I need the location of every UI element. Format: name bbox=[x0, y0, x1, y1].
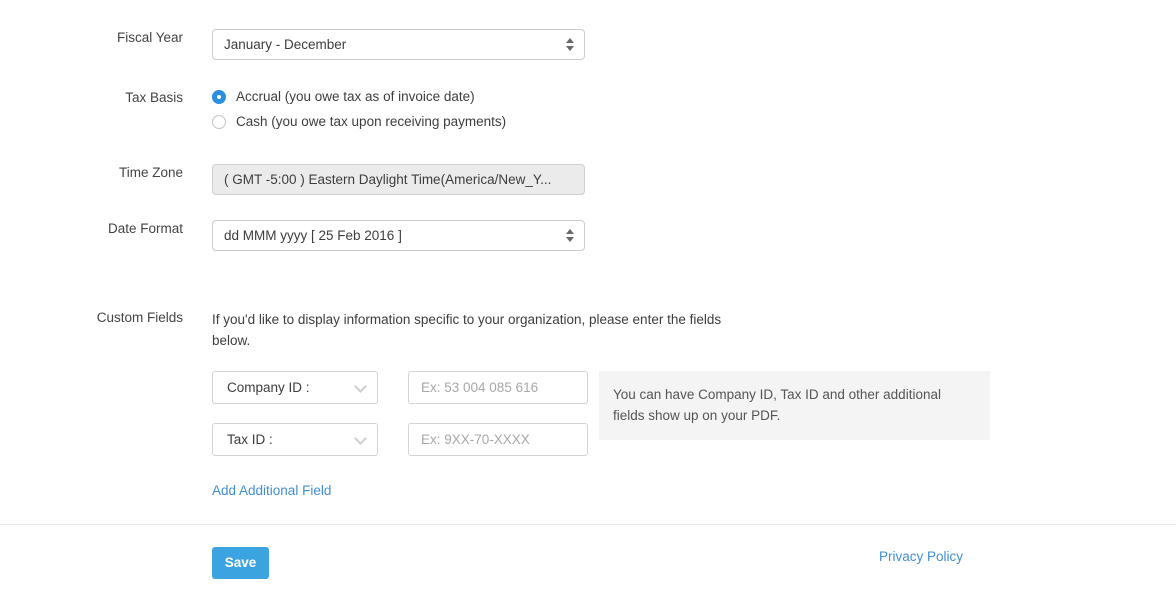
time-zone-value: ( GMT -5:00 ) Eastern Daylight Time(Amer… bbox=[224, 172, 551, 187]
privacy-policy-link[interactable]: Privacy Policy bbox=[879, 549, 963, 564]
fiscal-year-row: Fiscal Year January - December bbox=[0, 29, 585, 60]
custom-field-type-value-2: Tax ID : bbox=[227, 432, 273, 447]
chevron-down-icon bbox=[354, 432, 367, 445]
footer-divider bbox=[0, 524, 1176, 525]
date-format-select[interactable]: dd MMM yyyy [ 25 Feb 2016 ] bbox=[212, 220, 585, 251]
custom-field-type-select-2[interactable]: Tax ID : bbox=[212, 423, 378, 456]
fiscal-year-value: January - December bbox=[224, 37, 346, 52]
fiscal-year-select[interactable]: January - December bbox=[212, 29, 585, 60]
custom-field-type-value-1: Company ID : bbox=[227, 380, 310, 395]
custom-fields-description: If you'd like to display information spe… bbox=[212, 309, 752, 351]
custom-fields-hint: You can have Company ID, Tax ID and othe… bbox=[599, 371, 990, 440]
settings-form-page: Fiscal Year January - December Tax Basis… bbox=[0, 0, 1176, 602]
custom-field-value-input-2[interactable] bbox=[408, 423, 588, 456]
tax-basis-option-cash-label: Cash (you owe tax upon receiving payment… bbox=[236, 114, 506, 129]
custom-field-type-select-1[interactable]: Company ID : bbox=[212, 371, 378, 404]
date-format-row: Date Format dd MMM yyyy [ 25 Feb 2016 ] bbox=[0, 220, 585, 251]
tax-basis-radio-group: Accrual (you owe tax as of invoice date)… bbox=[212, 89, 506, 129]
tax-basis-label: Tax Basis bbox=[0, 89, 183, 106]
custom-field-row: Tax ID : bbox=[212, 423, 588, 456]
custom-field-value-input-1[interactable] bbox=[408, 371, 588, 404]
fiscal-year-label: Fiscal Year bbox=[0, 29, 183, 46]
custom-fields-list: Company ID : Tax ID : bbox=[212, 371, 588, 475]
add-additional-field-link[interactable]: Add Additional Field bbox=[212, 483, 331, 498]
chevron-down-icon bbox=[354, 380, 367, 393]
date-format-label: Date Format bbox=[0, 220, 183, 237]
time-zone-field: ( GMT -5:00 ) Eastern Daylight Time(Amer… bbox=[212, 164, 585, 195]
time-zone-label: Time Zone bbox=[0, 164, 183, 181]
date-format-value: dd MMM yyyy [ 25 Feb 2016 ] bbox=[224, 228, 402, 243]
radio-selected-icon[interactable] bbox=[212, 90, 226, 104]
radio-unselected-icon[interactable] bbox=[212, 115, 226, 129]
custom-fields-label: Custom Fields bbox=[0, 309, 183, 326]
custom-fields-row: Custom Fields If you'd like to display i… bbox=[0, 309, 752, 351]
spinner-arrows-icon bbox=[565, 228, 574, 244]
custom-field-row: Company ID : bbox=[212, 371, 588, 404]
spinner-arrows-icon bbox=[565, 37, 574, 53]
tax-basis-option-accrual-label: Accrual (you owe tax as of invoice date) bbox=[236, 89, 475, 104]
tax-basis-option-accrual[interactable]: Accrual (you owe tax as of invoice date) bbox=[212, 89, 506, 104]
time-zone-row: Time Zone ( GMT -5:00 ) Eastern Daylight… bbox=[0, 164, 585, 195]
tax-basis-option-cash[interactable]: Cash (you owe tax upon receiving payment… bbox=[212, 114, 506, 129]
save-button[interactable]: Save bbox=[212, 547, 269, 579]
tax-basis-row: Tax Basis Accrual (you owe tax as of inv… bbox=[0, 89, 506, 129]
